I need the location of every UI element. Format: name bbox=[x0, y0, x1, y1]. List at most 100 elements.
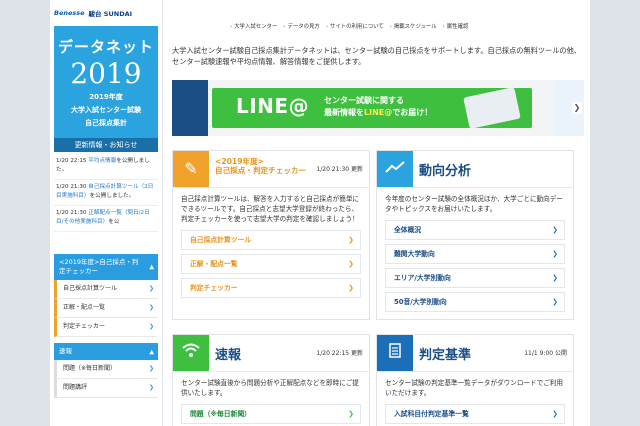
card-title[interactable]: <2019年度> 自己採点・判定チェッカー bbox=[215, 157, 306, 175]
link-checker[interactable]: 判定チェッカー ❯ bbox=[181, 278, 361, 298]
chevron-right-icon: ❯ bbox=[348, 236, 354, 244]
nav-link-data-guide[interactable]: › データの見方 bbox=[283, 22, 320, 30]
chevron-right-icon: ❯ bbox=[148, 365, 154, 372]
news-text: を公 bbox=[108, 219, 120, 225]
link-label: 判定チェッカー bbox=[190, 284, 238, 292]
side-menu-item-calc-tool[interactable]: 自己採点計算ツール ❯ bbox=[54, 280, 158, 299]
chevron-right-icon: ❯ bbox=[552, 226, 558, 234]
card-flash-report: 速報 1/20 22:15 更新 センター試験直後から問題分析や正解配点などを即… bbox=[172, 334, 370, 426]
intro-text: 大学入試センター試験自己採点集計データネットは、センター試験の自己採点をサポート… bbox=[172, 46, 581, 66]
card-description: 自己採点計算ツールは、解答を入力すると自己採点が簡単にできるツールです。自己採点… bbox=[181, 195, 360, 223]
nav-link-site-usage[interactable]: › サイトの利用について bbox=[326, 22, 384, 30]
nav-link-attributes[interactable]: › 属性確認 bbox=[443, 22, 469, 30]
news-item: 1/20 21:30 正解配点一覧（問日/2日目/その他実施科目）を公 bbox=[54, 206, 158, 232]
chevron-up-icon: ▲ bbox=[149, 263, 154, 271]
side-menu-item-problems[interactable]: 問題（※毎日新聞） ❯ bbox=[54, 360, 158, 379]
banner-copy-part: 最新情報を bbox=[324, 108, 364, 117]
side-menu-flash-header[interactable]: 速報 ▲ bbox=[54, 343, 158, 360]
news-link[interactable]: 平均点情報 bbox=[88, 158, 116, 164]
side-menu-section-label: <2019年度>自己採点・判定チェッカー bbox=[59, 258, 139, 275]
banner-copy: センター試験に関する 最新情報をLINE@でお届け！ bbox=[324, 95, 432, 119]
card-description: センター試験直後から問題分析や正解配点などを即時にご提供いたします。 bbox=[181, 379, 359, 397]
side-menu-item-checker[interactable]: 判定チェッカー ❯ bbox=[54, 318, 158, 337]
arrow-right-icon: › bbox=[283, 24, 286, 30]
news-heading: 更新情報・お知らせ bbox=[54, 138, 158, 152]
page-frame: Benesse 駿台 SUNDAI データネット 2019 2019年度 大学入… bbox=[50, 0, 590, 426]
card-trend-analysis: 動向分析 今年度のセンター試験の全体概況ほか、大学ごとに動向データやトピックスを… bbox=[376, 150, 574, 320]
pencil-icon: ✎ bbox=[173, 151, 209, 187]
chevron-right-icon: ❯ bbox=[148, 323, 154, 330]
document-icon bbox=[377, 335, 413, 371]
hero-subtitle-2: 大学入試センター試験 bbox=[71, 106, 141, 114]
card-header: 速報 1/20 22:15 更新 bbox=[173, 335, 369, 372]
chevron-right-icon: ❯ bbox=[348, 410, 354, 418]
arrow-right-icon: › bbox=[230, 24, 233, 30]
card-title[interactable]: 速報 bbox=[215, 344, 241, 363]
card-links: 全体概況 ❯ 難関大学動向 ❯ エリア/大学別動向 ❯ 50音/大学別動向 ❯ bbox=[377, 220, 573, 312]
card-title-line2: 自己採点・判定チェッカー bbox=[215, 166, 307, 175]
side-menu-item-answers[interactable]: 正解・配点一覧 ❯ bbox=[54, 299, 158, 318]
sundai-logo[interactable]: 駿台 SUNDAI bbox=[89, 8, 133, 18]
link-label: 自己採点計算ツール bbox=[190, 236, 252, 244]
card-header: ✎ <2019年度> 自己採点・判定チェッカー 1/20 21:30 更新 bbox=[173, 151, 369, 188]
line-banner[interactable]: LINE@ センター試験に関する 最新情報をLINE@でお届け！ bbox=[212, 86, 532, 130]
news-item: 1/20 22:15 平均点情報を公開しました。 bbox=[54, 154, 158, 180]
side-menu-item-label: 自己採点計算ツール bbox=[63, 285, 118, 292]
link-area-universities[interactable]: エリア/大学別動向 ❯ bbox=[385, 268, 565, 288]
link-label: 入試科目付判定基準一覧 bbox=[394, 410, 469, 418]
nav-link-label: 掲載スケジュール bbox=[393, 24, 437, 30]
side-menu-item-label: 問題（※毎日新聞） bbox=[63, 365, 117, 372]
link-problems[interactable]: 問題（※毎日新聞） ❯ bbox=[181, 404, 361, 424]
card-updated-date: 1/20 21:30 更新 bbox=[316, 166, 363, 173]
link-top-universities[interactable]: 難関大学動向 ❯ bbox=[385, 244, 565, 264]
benesse-logo[interactable]: Benesse bbox=[54, 9, 85, 17]
hero-title: データネット bbox=[57, 38, 154, 56]
news-list: 1/20 22:15 平均点情報を公開しました。 1/20 21:30 自己採点… bbox=[54, 154, 158, 232]
chevron-right-icon: ❯ bbox=[148, 285, 154, 292]
card-title[interactable]: 動向分析 bbox=[419, 160, 471, 179]
card-header: 判定基準 11/1 9:00 公開 bbox=[377, 335, 573, 372]
card-title[interactable]: 判定基準 bbox=[419, 344, 471, 363]
card-links: 問題（※毎日新聞） ❯ bbox=[173, 404, 369, 424]
banner-copy-part: でお届け！ bbox=[392, 108, 433, 117]
prev-slide[interactable] bbox=[172, 80, 208, 136]
chevron-right-icon: ❯ bbox=[552, 250, 558, 258]
side-menu-section-label: 速報 bbox=[59, 347, 72, 355]
link-kana-universities[interactable]: 50音/大学別動向 ❯ bbox=[385, 292, 565, 312]
card-updated-date: 1/20 22:15 更新 bbox=[316, 350, 363, 357]
side-menu: <2019年度>自己採点・判定チェッカー ▲ 自己採点計算ツール ❯ 正解・配点一… bbox=[54, 254, 158, 398]
side-menu-item-label: 問題講評 bbox=[63, 384, 88, 391]
chevron-right-icon[interactable]: ❯ bbox=[572, 102, 582, 114]
top-navigation: › 大学入試センター › データの見方 › サイトの利用について › 掲載スケジュール … bbox=[230, 22, 468, 30]
line-logo: LINE@ bbox=[236, 94, 310, 118]
chevron-up-icon: ▲ bbox=[149, 348, 154, 355]
datanet-hero[interactable]: データネット 2019 2019年度 大学入試センター試験 自己採点集計 bbox=[54, 26, 158, 138]
link-label: 正解・配点一覧 bbox=[190, 260, 238, 268]
hero-year: 2019 bbox=[70, 57, 142, 90]
link-label: エリア/大学別動向 bbox=[394, 274, 451, 282]
sidebar: Benesse 駿台 SUNDAI データネット 2019 2019年度 大学入… bbox=[50, 0, 163, 426]
banner-copy-line2: 最新情報をLINE@でお届け！ bbox=[324, 107, 432, 119]
nav-link-label: サイトの利用について bbox=[329, 24, 384, 30]
nav-link-center[interactable]: › 大学入試センター bbox=[230, 22, 277, 30]
chevron-right-icon: ❯ bbox=[552, 274, 558, 282]
banner-copy-highlight: LINE@ bbox=[364, 108, 393, 117]
chevron-right-icon: ❯ bbox=[552, 410, 558, 418]
partner-logos: Benesse 駿台 SUNDAI bbox=[50, 0, 162, 26]
news-time: 1/20 21:30 bbox=[56, 210, 87, 216]
link-overview[interactable]: 全体概況 ❯ bbox=[385, 220, 565, 240]
card-self-scoring-checker: ✎ <2019年度> 自己採点・判定チェッカー 1/20 21:30 更新 自己… bbox=[172, 150, 370, 320]
side-menu-checker-header[interactable]: <2019年度>自己採点・判定チェッカー ▲ bbox=[54, 254, 158, 280]
link-answers[interactable]: 正解・配点一覧 ❯ bbox=[181, 254, 361, 274]
nav-link-schedule[interactable]: › 掲載スケジュール bbox=[390, 22, 437, 30]
smartphone-image bbox=[463, 86, 521, 130]
chevron-right-icon: ❯ bbox=[552, 298, 558, 306]
side-menu-item-review[interactable]: 問題講評 ❯ bbox=[54, 379, 158, 398]
line-banner-carousel[interactable]: LINE@ センター試験に関する 最新情報をLINE@でお届け！ ❯ bbox=[172, 80, 584, 136]
chevron-right-icon: ❯ bbox=[148, 384, 154, 391]
link-calc-tool[interactable]: 自己採点計算ツール ❯ bbox=[181, 230, 361, 250]
card-published-date: 11/1 9:00 公開 bbox=[524, 350, 567, 357]
chevron-right-icon: ❯ bbox=[348, 260, 354, 268]
hero-subtitle-3: 自己採点集計 bbox=[85, 119, 127, 127]
link-criteria-list[interactable]: 入試科目付判定基準一覧 ❯ bbox=[385, 404, 565, 424]
